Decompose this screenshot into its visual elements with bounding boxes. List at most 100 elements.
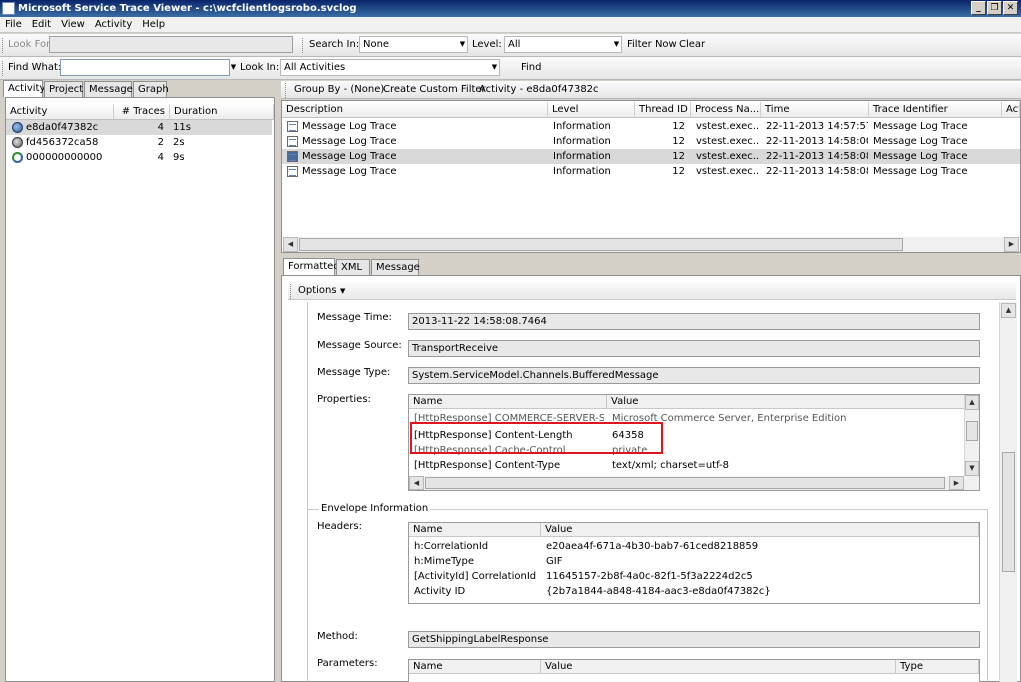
trace-description: Message Log Trace [302,166,397,177]
scroll-down-icon[interactable]: ▼ [965,461,979,476]
tab-activity[interactable]: Activity [3,80,45,97]
parameters-col-value[interactable]: Value [541,660,896,674]
activity-row[interactable]: e8da0f47382c 4 11s [6,120,272,135]
scroll-up-icon[interactable]: ▲ [965,395,979,410]
scroll-thumb[interactable] [425,477,945,489]
header-row[interactable]: h:CorrelationId e20aea4f-671a-4b30-bab7-… [409,539,979,554]
message-type-value: System.ServiceModel.Channels.BufferedMes… [408,367,980,384]
col-trace-identifier[interactable]: Trace Identifier [869,102,1002,118]
find-what-input[interactable] [60,59,230,76]
clear-button[interactable]: Clear [679,37,705,53]
tab-graph[interactable]: Graph [133,81,169,97]
properties-col-value[interactable]: Value [607,395,965,409]
col-activity[interactable]: Activity [6,104,114,120]
headers-grid: Name Value h:CorrelationId e20aea4f-671a… [408,522,980,604]
header-row[interactable]: [ActivityId] CorrelationId 11645157-2b8f… [409,569,979,584]
activity-duration: 9s [173,152,185,163]
parameters-col-type[interactable]: Type [896,660,979,674]
scroll-thumb[interactable] [966,421,978,441]
menu-view[interactable]: View [56,17,90,32]
message-time-value: 2013-11-22 14:58:08.7464 [408,313,980,330]
find-button[interactable]: Find [521,60,542,76]
tab-project[interactable]: Project [44,81,83,97]
col-thread-id[interactable]: Thread ID [635,102,691,118]
toolbar-grip[interactable] [2,38,5,53]
trace-row[interactable]: Message Log Trace Information 12 vstest.… [282,149,1020,164]
tab-message[interactable]: Message [84,81,133,97]
col-activity-name[interactable]: Acti [1002,102,1020,118]
group-by-dropdown[interactable]: Group By - (None) [294,82,384,98]
parameters-col-name[interactable]: Name [409,660,541,674]
col-duration[interactable]: Duration [170,104,274,120]
tab-formatted[interactable]: Formatted [283,258,340,275]
col-level[interactable]: Level [548,102,635,118]
options-button[interactable]: Options [298,283,337,299]
method-label: Method: [317,631,358,642]
trace-row[interactable]: Message Log Trace Information 12 vstest.… [282,119,1020,134]
property-value: text/xml; charset=utf-8 [612,460,730,471]
menu-activity[interactable]: Activity [90,17,137,32]
filter-now-button[interactable]: Filter Now [627,37,677,53]
trace-time: 22-11-2013 14:58:08... [766,166,868,177]
property-row[interactable]: [HttpResponse] Content-Type text/xml; ch… [409,458,965,473]
menu-file[interactable]: File [0,17,27,32]
col-description[interactable]: Description [282,102,548,118]
menu-edit[interactable]: Edit [27,17,56,32]
scroll-left-icon[interactable]: ◀ [409,476,424,490]
scroll-thumb[interactable] [1002,452,1015,572]
trace-process: vstest.exec... [696,166,760,177]
headers-label: Headers: [317,521,362,532]
chevron-down-icon[interactable]: ▼ [458,37,467,52]
toolbar-grip[interactable] [290,284,293,299]
minimize-button[interactable]: _ [971,1,986,15]
activity-traces: 4 [157,152,164,163]
scroll-right-icon[interactable]: ▶ [1004,237,1019,252]
activity-row[interactable]: fd456372ca58 2 2s [6,135,272,150]
chevron-down-icon[interactable]: ▼ [612,37,621,52]
look-in-dropdown[interactable]: All Activities [280,59,500,76]
col-traces[interactable]: # Traces [114,104,170,120]
scroll-thumb[interactable] [299,238,903,251]
activity-duration: 2s [173,137,185,148]
trace-row[interactable]: Message Log Trace Information 12 vstest.… [282,134,1020,149]
properties-vscrollbar[interactable]: ▲ ▼ [964,395,979,476]
level-dropdown[interactable]: All [504,36,622,53]
trace-process: vstest.exec... [696,136,760,147]
header-row[interactable]: Activity ID {2b7a1844-a848-4184-aac3-e8d… [409,584,979,599]
detail-vscrollbar[interactable]: ▲ [999,302,1017,682]
tab-xml[interactable]: XML [336,259,370,275]
toolbar-grip[interactable] [2,61,5,76]
chevron-down-icon[interactable]: ▼ [229,60,238,75]
app-icon [2,2,15,15]
create-custom-filter-button[interactable]: Create Custom Filter [383,82,486,98]
toolbar-grip[interactable] [285,83,288,98]
trace-list-hscrollbar[interactable]: ◀ ▶ [283,237,1019,252]
trace-row[interactable]: Message Log Trace Information 12 vstest.… [282,164,1020,179]
scroll-left-icon[interactable]: ◀ [283,237,298,252]
toolbar-grip[interactable] [302,38,305,53]
properties-col-name[interactable]: Name [409,395,607,409]
message-trace-icon [287,121,298,132]
headers-col-name[interactable]: Name [409,523,541,537]
tab-message-detail[interactable]: Message [371,259,420,275]
scroll-up-icon[interactable]: ▲ [1001,303,1016,318]
properties-hscrollbar[interactable]: ◀ ▶ [409,476,979,490]
message-type-label: Message Type: [317,367,391,378]
scroll-right-icon[interactable]: ▶ [949,476,964,490]
look-for-input[interactable] [49,36,293,53]
close-button[interactable]: ✕ [1003,1,1018,15]
header-name: h:CorrelationId [414,541,489,552]
chevron-down-icon[interactable]: ▼ [340,283,345,299]
header-row[interactable]: h:MimeType GIF [409,554,979,569]
headers-col-value[interactable]: Value [541,523,979,537]
highlight-box [410,422,663,454]
activity-row[interactable]: 000000000000 4 9s [6,150,272,165]
col-process-name[interactable]: Process Na... [691,102,761,118]
trace-description: Message Log Trace [302,121,397,132]
chevron-down-icon[interactable]: ▼ [490,60,499,75]
menu-help[interactable]: Help [137,17,170,32]
header-value: e20aea4f-671a-4b30-bab7-61ced8218859 [546,541,759,552]
restore-button[interactable]: ❐ [987,1,1002,15]
search-in-dropdown[interactable]: None [359,36,468,53]
col-time[interactable]: Time [761,102,869,118]
